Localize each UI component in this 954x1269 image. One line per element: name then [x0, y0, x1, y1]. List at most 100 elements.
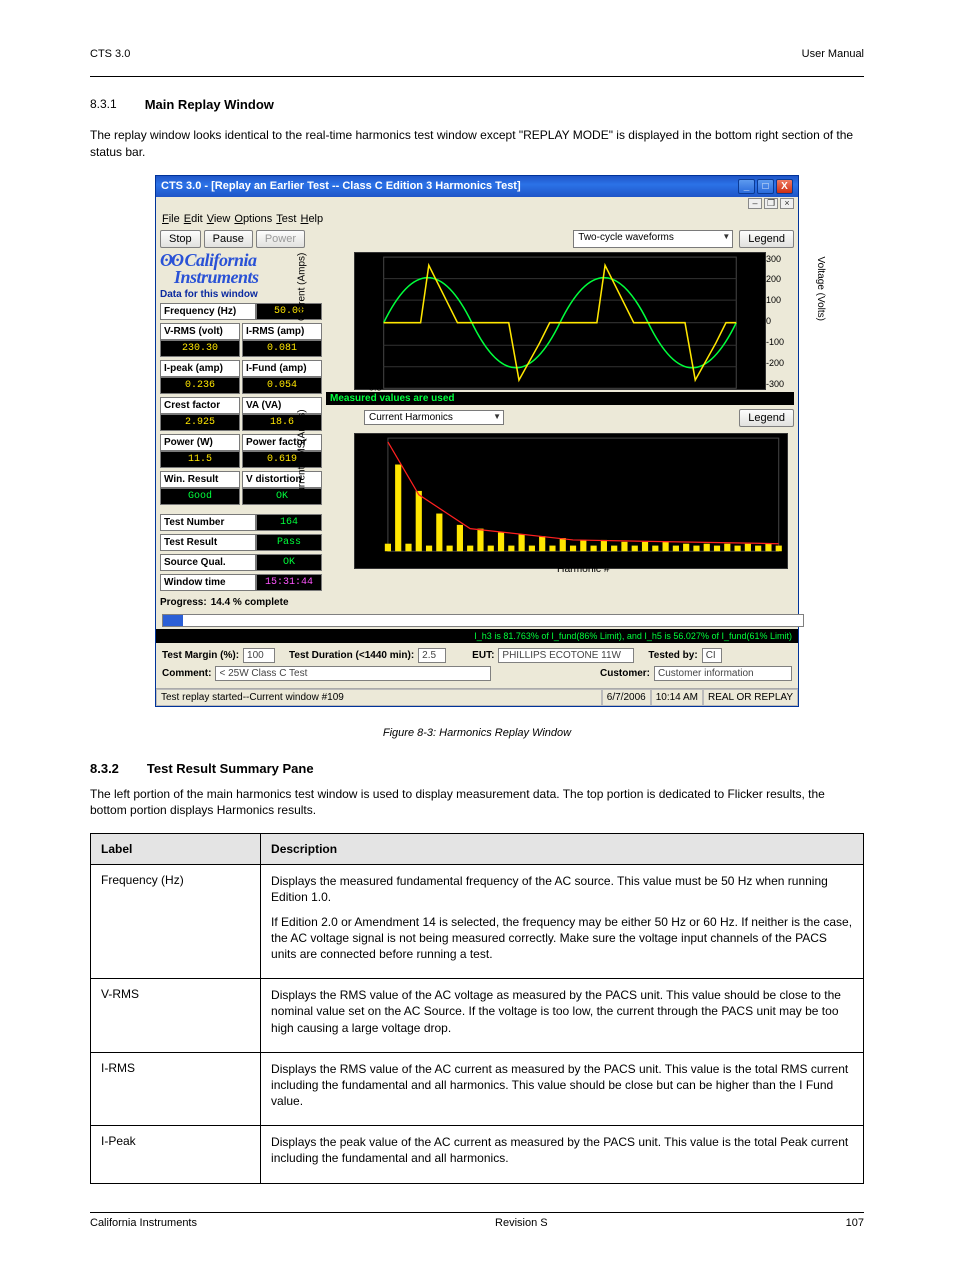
intro-paragraph: The replay window looks identical to the… — [90, 127, 864, 161]
row-label: I-Peak — [91, 1126, 261, 1183]
vdist-value: OK — [242, 488, 322, 505]
row-desc: Displays the measured fundamental freque… — [261, 865, 864, 979]
minimize-button[interactable]: _ — [738, 179, 755, 194]
test-margin-input[interactable]: 100 — [243, 648, 275, 663]
svg-text:0.0: 0.0 — [369, 317, 382, 327]
mdi-restore-button[interactable]: ❐ — [764, 198, 778, 209]
legend-button-harm[interactable]: Legend — [739, 409, 794, 427]
harmonics-plot[interactable]: 0.060.050.04 0.030.020.010.00 4812162024… — [354, 433, 788, 569]
waveform-plot[interactable]: 0.30.20.10.0-0.1-0.2-0.3 — [354, 252, 766, 390]
table-intro: The left portion of the main harmonics t… — [90, 786, 864, 820]
table-row: V-RMSDisplays the RMS value of the AC vo… — [91, 979, 864, 1053]
row-label: I-RMS — [91, 1052, 261, 1126]
status-date: 6/7/2006 — [602, 689, 651, 706]
svg-text:0.01: 0.01 — [368, 528, 386, 538]
app-window: CTS 3.0 - [Replay an Earlier Test -- Cla… — [155, 175, 799, 707]
svg-text:8: 8 — [447, 555, 452, 565]
testnum-label: Test Number — [160, 514, 256, 531]
svg-text:12: 12 — [486, 555, 496, 565]
menu-options[interactable]: Options — [234, 213, 272, 225]
testres-label: Test Result — [160, 534, 256, 551]
svg-text:24: 24 — [609, 555, 619, 565]
svg-text:0.00: 0.00 — [368, 545, 386, 555]
harmonic-status-strip: I_h3 is 81.763% of I_fund(86% Limit), an… — [156, 629, 798, 643]
customer-input[interactable]: Customer information — [654, 666, 792, 681]
srcqual-value: OK — [256, 554, 322, 571]
harm-x-label: Harmonic # — [557, 563, 610, 573]
winresult-value: Good — [160, 488, 240, 505]
titlebar[interactable]: CTS 3.0 - [Replay an Earlier Test -- Cla… — [156, 176, 798, 197]
test-duration-input[interactable]: 2.5 — [418, 648, 446, 663]
srcqual-label: Source Qual. — [160, 554, 256, 571]
svg-text:-0.1: -0.1 — [366, 339, 382, 349]
power-value: 11.5 — [160, 451, 240, 468]
test-margin-label: Test Margin (%): — [162, 650, 239, 661]
pause-button[interactable]: Pause — [204, 230, 253, 248]
right-pane: Two-cycle waveforms Legend Current (Amps… — [326, 230, 794, 608]
mdi-minimize-button[interactable]: – — [748, 198, 762, 209]
irms-label: I-RMS (amp) — [242, 323, 322, 340]
ipeak-label: I-peak (amp) — [160, 360, 240, 377]
section2-title: Test Result Summary Pane — [147, 761, 314, 776]
freq-value: 50.00 — [256, 303, 322, 320]
row-desc: Displays the peak value of the AC curren… — [261, 1126, 864, 1183]
svg-text:-0.3: -0.3 — [366, 382, 382, 392]
section2-number: 8.3.2 — [90, 761, 119, 776]
progress-value: 14.4 % complete — [211, 597, 289, 608]
stop-button[interactable]: Stop — [160, 230, 201, 248]
power-button[interactable]: Power — [256, 230, 305, 248]
harmonics-dropdown[interactable]: Current Harmonics — [364, 410, 504, 425]
comment-input[interactable]: < 25W Class C Test — [215, 666, 491, 681]
row-desc: Displays the RMS value of the AC voltage… — [261, 979, 864, 1053]
row-label: Frequency (Hz) — [91, 865, 261, 979]
statusbar: Test replay started--Current window #109… — [156, 688, 798, 706]
irms-value: 0.081 — [242, 340, 322, 357]
menu-view[interactable]: View — [207, 213, 231, 225]
results-table: Label Description Frequency (Hz)Displays… — [90, 833, 864, 1183]
legend-button-wave[interactable]: Legend — [739, 230, 794, 248]
row-desc: Displays the RMS value of the AC current… — [261, 1052, 864, 1126]
waveform-dropdown[interactable]: Two-cycle waveforms — [573, 230, 733, 248]
wintime-label: Window time — [160, 574, 256, 591]
pf-label: Power factor — [242, 434, 322, 451]
testnum-value: 164 — [256, 514, 322, 531]
footer-left: California Instruments — [90, 1217, 197, 1229]
th-desc: Description — [261, 834, 864, 865]
table-row: I-RMSDisplays the RMS value of the AC cu… — [91, 1052, 864, 1126]
status-msg: Test replay started--Current window #109 — [156, 689, 602, 706]
eut-label: EUT: — [472, 650, 494, 661]
menubar: File Edit View Options Test Help — [156, 210, 798, 228]
status-time: 10:14 AM — [651, 689, 703, 706]
svg-text:0.1: 0.1 — [369, 295, 382, 305]
page-header-right: User Manual — [802, 48, 864, 60]
crest-value: 2.925 — [160, 414, 240, 431]
svg-text:0.02: 0.02 — [368, 510, 386, 520]
menu-file[interactable]: File — [162, 213, 180, 225]
eut-input[interactable]: PHILLIPS ECOTONE 11W — [498, 648, 634, 663]
svg-text:28: 28 — [650, 555, 660, 565]
harm-y-label: Current RMS(Amps) — [297, 409, 308, 500]
customer-label: Customer: — [600, 668, 650, 679]
svg-text:0.05: 0.05 — [368, 453, 386, 463]
svg-text:16: 16 — [527, 555, 537, 565]
row-label: V-RMS — [91, 979, 261, 1053]
window-title: CTS 3.0 - [Replay an Earlier Test -- Cla… — [161, 180, 521, 192]
vrms-value: 230.30 — [160, 340, 240, 357]
section-number: 8.3.1 — [90, 97, 117, 111]
va-label: VA (VA) — [242, 397, 322, 414]
page-header-left: CTS 3.0 — [90, 48, 130, 60]
menu-edit[interactable]: Edit — [184, 213, 203, 225]
svg-text:0.3: 0.3 — [369, 253, 382, 263]
testedby-input[interactable]: CI — [702, 648, 722, 663]
close-button[interactable]: X — [776, 179, 793, 194]
progress-bar — [162, 614, 804, 627]
ipeak-value: 0.236 — [160, 377, 240, 394]
wave-y-right-label: Voltage (Volts) — [815, 256, 826, 320]
menu-help[interactable]: Help — [300, 213, 323, 225]
menu-test[interactable]: Test — [276, 213, 296, 225]
th-label: Label — [91, 834, 261, 865]
progress-label: Progress: — [160, 597, 207, 608]
svg-text:-0.2: -0.2 — [366, 360, 382, 370]
maximize-button[interactable]: □ — [757, 179, 774, 194]
mdi-close-button[interactable]: × — [780, 198, 794, 209]
